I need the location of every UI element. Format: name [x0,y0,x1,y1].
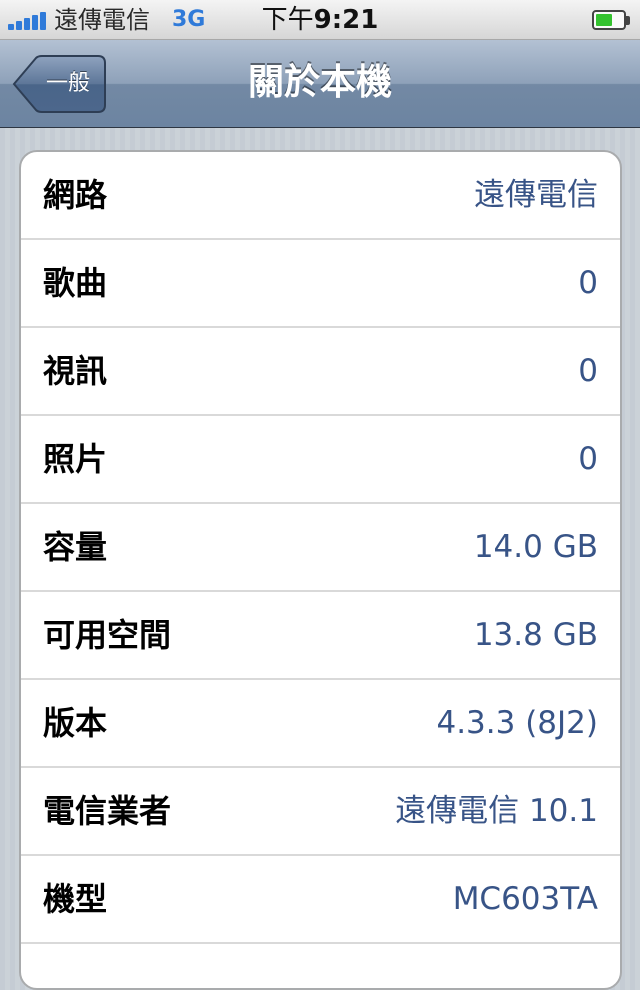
info-row-videos: 視訊 0 [21,328,620,416]
row-label: 可用空間 [43,616,172,654]
row-label: 機型 [43,880,108,918]
row-value: 14.0 GB [473,529,598,565]
back-button-label: 一般 [45,71,90,96]
info-row-songs: 歌曲 0 [21,240,620,328]
clock: 下午9:21 [0,4,640,36]
info-row-carrier: 電信業者 遠傳電信 10.1 [21,768,620,856]
page-title: 關於本機 [247,62,392,103]
time: 9:21 [313,5,379,35]
row-value: 0 [578,441,598,477]
time-prefix: 下午 [261,5,314,35]
back-button[interactable]: 一般 [12,55,106,113]
info-row-next [21,944,620,988]
row-value: 0 [578,353,598,389]
battery-icon [592,10,626,30]
battery-level [596,14,612,26]
row-label: 歌曲 [43,264,108,302]
row-value: 遠傳電信 10.1 [395,793,598,829]
battery-nub [626,16,630,25]
row-label: 電信業者 [43,792,172,830]
row-value: MC603TA [452,881,598,917]
navigation-bar: 一般 關於本機 [0,40,640,128]
row-label: 版本 [43,704,108,742]
about-table: 網路 遠傳電信 歌曲 0 視訊 0 照片 0 容量 14.0 GB 可用空間 1… [19,150,622,990]
row-label: 照片 [43,440,108,478]
info-row-available: 可用空間 13.8 GB [21,592,620,680]
row-value: 13.8 GB [473,617,598,653]
row-label: 網路 [43,176,108,214]
info-row-model: 機型 MC603TA [21,856,620,944]
info-row-capacity: 容量 14.0 GB [21,504,620,592]
info-row-network: 網路 遠傳電信 [21,152,620,240]
row-value: 遠傳電信 [474,177,598,213]
row-label: 容量 [43,528,108,566]
row-value: 4.3.3 (8J2) [436,705,598,741]
info-row-version: 版本 4.3.3 (8J2) [21,680,620,768]
row-value: 0 [578,265,598,301]
info-row-photos: 照片 0 [21,416,620,504]
status-bar: 遠傳電信 3G 下午9:21 [0,0,640,40]
row-label: 視訊 [43,352,108,390]
